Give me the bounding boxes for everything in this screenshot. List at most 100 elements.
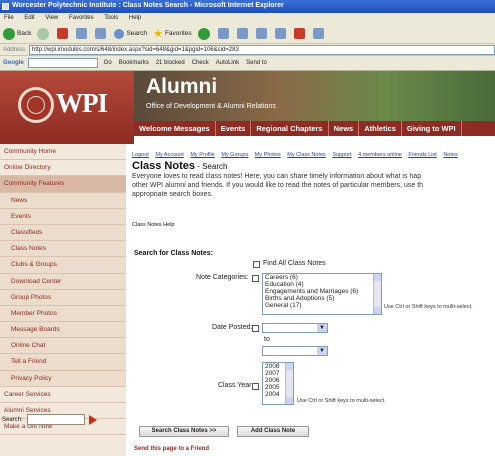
class-year-checkbox[interactable] <box>252 383 259 390</box>
google-toolbar: Google Go Bookmarks 21 blocked Check Aut… <box>0 56 495 71</box>
category-option[interactable]: Births and Adoptions (5) <box>263 295 381 302</box>
menu-edit[interactable]: Edit <box>24 15 34 21</box>
banner-subtitle: Office of Development & Alumni Relations <box>146 103 276 110</box>
discuss-button[interactable] <box>293 28 307 39</box>
years-multi-select-hint: Use Ctrl or Shift keys to multi-select. <box>297 398 386 404</box>
home-button[interactable] <box>95 28 108 39</box>
note-categories-listbox[interactable]: Careers (6) Education (4) Engagements an… <box>262 273 382 315</box>
search-button[interactable]: Search <box>114 28 148 39</box>
intro-line-1: Everyone loves to read class notes! Here… <box>132 173 422 180</box>
media-button[interactable] <box>197 27 212 40</box>
google-search-input[interactable] <box>27 58 98 68</box>
address-label: Address <box>3 46 26 53</box>
sidebar-item-classifieds[interactable]: Classifieds <box>0 224 126 242</box>
note-categories-checkbox[interactable] <box>252 275 259 282</box>
mail-button[interactable] <box>236 28 250 39</box>
date-from-select[interactable]: ▼ <box>262 323 328 333</box>
categories-scrollbar[interactable] <box>373 274 381 314</box>
menu-file[interactable]: File <box>4 15 14 21</box>
link-logout[interactable]: Logout <box>132 152 149 158</box>
stop-button[interactable] <box>57 28 70 39</box>
favorites-button[interactable]: ★ Favorites <box>153 27 192 40</box>
nav-welcome-messages[interactable]: Welcome Messages <box>134 121 216 136</box>
refresh-icon <box>76 28 88 39</box>
spell-check-button[interactable]: Check <box>192 60 209 66</box>
category-option[interactable]: Careers (6) <box>263 274 381 281</box>
back-arrow-icon <box>3 27 15 40</box>
top-links: Logout My Account My Profile My Groups M… <box>132 152 495 158</box>
nav-athletics[interactable]: Athletics <box>359 121 402 136</box>
sidebar-item-member-photos[interactable]: Member Photos <box>0 305 126 323</box>
site-nav: Welcome Messages Events Regional Chapter… <box>134 121 495 136</box>
search-label: Search <box>126 30 148 37</box>
find-all-checkbox[interactable] <box>253 261 260 268</box>
sidebar-item-community-home[interactable]: Community Home <box>0 144 126 161</box>
years-scrollbar[interactable] <box>285 363 293 404</box>
history-button[interactable] <box>217 28 231 39</box>
link-my-class-notes[interactable]: My Class Notes <box>287 152 326 158</box>
menu-bar: File Edit View Favorites Tools Help <box>0 13 495 24</box>
sidebar-item-news[interactable]: News <box>0 192 126 209</box>
send-to-friend-link[interactable]: Send this page to a Friend <box>134 446 209 452</box>
nav-events[interactable]: Events <box>216 121 252 136</box>
link-my-photos[interactable]: My Photos <box>255 152 281 158</box>
date-to-label: to <box>264 336 270 343</box>
link-my-groups[interactable]: My Groups <box>221 152 248 158</box>
date-to-select[interactable]: ▼ <box>262 346 328 356</box>
sidebar-search-go-icon[interactable] <box>88 414 97 425</box>
link-members-online[interactable]: 4 members online <box>358 152 402 158</box>
forward-button[interactable] <box>37 27 51 40</box>
discuss-icon <box>293 28 305 39</box>
menu-help[interactable]: Help <box>129 15 141 21</box>
class-notes-help-link[interactable]: Class Notes Help <box>132 222 175 228</box>
print-button[interactable] <box>255 28 269 39</box>
add-class-note-button[interactable]: Add Class Note <box>237 426 309 437</box>
search-class-notes-button[interactable]: Search Class Notes >> <box>139 426 229 437</box>
back-button[interactable]: Back <box>3 27 31 40</box>
address-input[interactable]: http://wpi.imodules.com/s/648/index.aspx… <box>29 44 495 55</box>
category-option[interactable]: General (17) <box>263 302 381 309</box>
chevron-down-icon: ▼ <box>317 347 327 355</box>
menu-tools[interactable]: Tools <box>104 15 118 21</box>
link-support[interactable]: Support <box>332 152 351 158</box>
sidebar-item-class-notes[interactable]: Class Notes <box>0 241 126 258</box>
nav-news[interactable]: News <box>329 121 360 136</box>
sidebar-item-online-directory[interactable]: Online Directory <box>0 160 126 177</box>
sidebar-item-community-features[interactable]: Community Features <box>0 176 126 193</box>
edit-button[interactable] <box>274 28 288 39</box>
autolink-button[interactable]: AutoLink <box>216 60 239 66</box>
menu-view[interactable]: View <box>45 15 58 21</box>
sidebar-item-privacy-policy[interactable]: Privacy Policy <box>0 370 126 387</box>
sidebar-search-label: Search: <box>2 416 23 423</box>
refresh-button[interactable] <box>76 28 89 39</box>
link-friends-list[interactable]: Friends List <box>408 152 436 158</box>
sidebar-item-tell-a-friend[interactable]: Tell a Friend <box>0 354 126 371</box>
forward-arrow-icon <box>37 27 50 40</box>
page-title-main: Class Notes <box>132 160 195 172</box>
sidebar-item-events[interactable]: Events <box>0 208 126 225</box>
menu-favorites[interactable]: Favorites <box>69 15 94 21</box>
link-my-account[interactable]: My Account <box>155 152 183 158</box>
bookmarks-button[interactable]: Bookmarks <box>119 60 149 66</box>
sidebar-item-group-photos[interactable]: Group Photos <box>0 289 126 306</box>
sidebar-item-online-chat[interactable]: Online Chat <box>0 338 126 355</box>
link-my-profile[interactable]: My Profile <box>190 152 214 158</box>
class-year-listbox[interactable]: 2008 2007 2006 2005 2004 <box>262 362 294 405</box>
popup-blocker-button[interactable]: 21 blocked <box>156 60 185 66</box>
nav-giving[interactable]: Giving to WPI <box>402 121 462 136</box>
wpi-logo-area[interactable]: WPI <box>0 71 134 144</box>
date-posted-checkbox[interactable] <box>252 325 259 332</box>
sidebar-search-input[interactable] <box>26 414 85 425</box>
link-notes[interactable]: Notes <box>443 152 457 158</box>
sidebar-item-download-center[interactable]: Download Center <box>0 273 126 290</box>
google-go-button[interactable]: Go <box>104 60 112 66</box>
nav-regional-chapters[interactable]: Regional Chapters <box>251 121 329 136</box>
sidebar-item-career-services[interactable]: Career Services <box>0 387 126 403</box>
category-option[interactable]: Education (4) <box>263 281 381 288</box>
sidebar-item-message-boards[interactable]: Message Boards <box>0 322 126 339</box>
sidebar-item-clubs-groups[interactable]: Clubs & Groups <box>0 257 126 274</box>
messenger-button[interactable] <box>312 28 326 39</box>
send-to-button[interactable]: Send to <box>246 60 267 66</box>
categories-multi-select-hint: Use Ctrl or Shift keys to multi-select. <box>384 304 473 310</box>
category-option[interactable]: Engagements and Marriages (6) <box>263 288 381 295</box>
